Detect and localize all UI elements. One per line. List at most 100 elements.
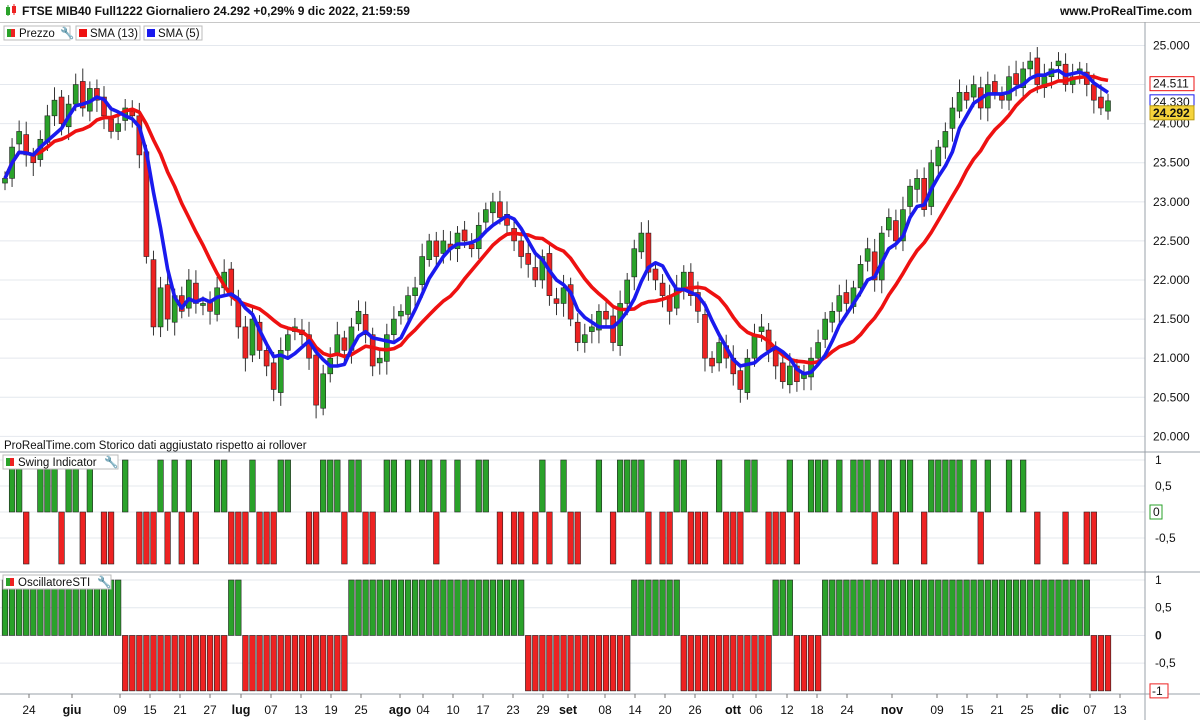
bear-bar: [687, 511, 694, 565]
candlestick-icon: [6, 4, 16, 16]
osc-tick-label: 0,5: [1155, 601, 1172, 615]
bull-bar: [786, 459, 793, 513]
bear-bar: [595, 635, 603, 692]
osc-tick-label: 0: [1155, 628, 1162, 642]
x-tick-label: 21: [173, 703, 187, 717]
bull-bar: [659, 579, 666, 636]
candle: [560, 274, 567, 317]
candle: [730, 345, 737, 386]
bull-bar: [454, 579, 461, 636]
bull-bar: [1069, 579, 1076, 636]
bear-bar: [221, 635, 228, 692]
bear-bar: [779, 511, 786, 565]
candle: [313, 348, 319, 419]
footnote: ProRealTime.com Storico dati aggiustato …: [4, 440, 307, 452]
site-link[interactable]: www.ProRealTime.com: [1060, 4, 1192, 18]
bull-bar: [815, 459, 822, 513]
bear-bar: [277, 635, 284, 692]
bull-bar: [447, 579, 454, 636]
bull-bar: [984, 459, 991, 513]
bull-bar: [680, 459, 687, 513]
bull-bar: [539, 459, 546, 513]
x-tick-label: 08: [598, 703, 612, 717]
candle: [150, 250, 157, 336]
bull-bar: [624, 459, 631, 513]
bear-bar: [708, 635, 716, 692]
x-tick-label: 24: [840, 703, 854, 717]
bull-bar: [426, 579, 433, 636]
bull-bar: [1062, 579, 1069, 636]
x-axis: 24 giu 09 15 21 27 lug 07 13 19 25 ago 04 10 17 23 29 set…: [22, 694, 1127, 717]
up-swatch-icon: [6, 458, 10, 466]
bull-bar: [977, 579, 984, 636]
bear-bar: [602, 635, 610, 692]
bear-bar: [327, 635, 334, 692]
candle: [1027, 52, 1034, 76]
candle: [680, 265, 687, 300]
candle: [391, 306, 397, 342]
x-tick-label: 07: [264, 703, 278, 717]
bull-bar: [716, 459, 723, 513]
bear-bar: [305, 511, 313, 565]
bull-bar: [440, 579, 447, 636]
bear-bar: [765, 635, 772, 692]
bear-bar: [206, 635, 214, 692]
x-tick-label: 14: [628, 703, 642, 717]
bull-bar: [885, 579, 892, 636]
x-tick-label: 06: [749, 703, 763, 717]
bull-bar: [390, 579, 397, 636]
candle: [836, 284, 843, 323]
wrench-icon: 🔧: [104, 455, 118, 469]
bull-bar: [899, 579, 907, 636]
bear-bar: [532, 635, 539, 692]
bull-bar: [475, 579, 482, 636]
candle: [525, 242, 532, 278]
bear-bar: [687, 635, 694, 692]
bear-bar: [157, 635, 164, 692]
bull-bar: [751, 459, 758, 513]
candle: [79, 68, 86, 117]
bear-bar: [313, 511, 320, 565]
candle: [376, 349, 383, 375]
wrench-icon: 🔧: [97, 575, 111, 589]
bear-bar: [263, 635, 270, 692]
bull-bar: [1027, 579, 1034, 636]
candle: [468, 233, 475, 258]
candle: [398, 304, 404, 325]
bull-bar: [906, 579, 914, 636]
bear-bar: [723, 511, 730, 565]
bear-bar: [171, 635, 178, 692]
down-swatch-icon: [10, 458, 14, 466]
bull-bar: [496, 579, 504, 636]
bear-bar: [1090, 635, 1097, 692]
bull-bar: [115, 579, 122, 636]
bear-bar: [977, 511, 984, 565]
bull-bar: [913, 579, 921, 636]
candle: [285, 327, 291, 358]
candle: [589, 314, 595, 344]
bull-bar: [970, 579, 977, 636]
bear-bar: [178, 635, 185, 692]
bear-bar: [588, 635, 595, 692]
bull-bar: [397, 579, 405, 636]
bear-bar: [192, 635, 200, 692]
bear-bar: [730, 511, 737, 565]
bull-bar: [334, 459, 341, 513]
bear-bar: [871, 511, 878, 565]
bear-bar: [525, 635, 532, 692]
bull-bar: [1041, 579, 1048, 636]
bull-bar: [878, 459, 885, 513]
chart-canvas[interactable]: Prezzo 🔧 SMA (13) SMA (5) Swing Indicato…: [0, 22, 1200, 720]
bull-bar: [419, 459, 426, 513]
candle: [581, 323, 588, 353]
bear-bar: [1083, 511, 1090, 565]
bull-bar: [249, 459, 256, 513]
bear-bar: [341, 635, 348, 692]
bull-bar: [942, 459, 949, 513]
bull-bar: [185, 459, 192, 513]
x-tick-label: 13: [1113, 703, 1127, 717]
bear-bar: [560, 635, 567, 692]
bull-bar: [419, 579, 426, 636]
bear-bar: [701, 635, 709, 692]
legend-sma5: SMA (5): [158, 28, 200, 40]
